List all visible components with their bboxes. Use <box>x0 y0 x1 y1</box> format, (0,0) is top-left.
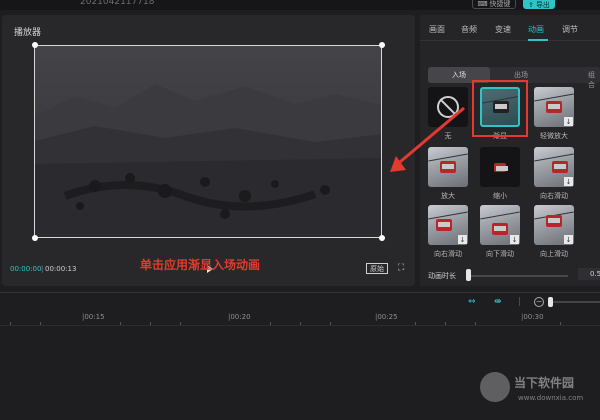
fullscreen-icon[interactable]: ⛶ <box>398 263 404 273</box>
tab-audio[interactable]: 音频 <box>461 24 477 35</box>
resize-handle-tr[interactable] <box>379 42 385 48</box>
tick <box>445 322 446 325</box>
active-tab-indicator <box>528 39 548 41</box>
zoom-out-icon[interactable]: − <box>534 297 544 307</box>
tab-adjust[interactable]: 调节 <box>562 24 578 35</box>
tutorial-caption: 单击应用渐显入场动画 <box>140 258 261 272</box>
top-bar: 2021042117718 ⌨ 快捷键 ⇪ 导出 <box>0 0 600 10</box>
animation-label: 放大 <box>441 192 455 200</box>
animation-label: 轻微放大 <box>540 132 568 140</box>
split-icon[interactable]: ⇼ <box>494 297 502 307</box>
tick <box>415 322 416 325</box>
animation-item[interactable]: ↓ 向右滑动 <box>428 205 468 265</box>
tick <box>330 322 331 325</box>
divider: | <box>518 297 522 307</box>
zoom-slider-track[interactable] <box>553 301 600 303</box>
tick <box>40 322 41 325</box>
tab-picture[interactable]: 画面 <box>429 24 445 35</box>
tick <box>120 322 121 325</box>
animation-label: 向右滑动 <box>540 192 568 200</box>
export-icon: ⇪ <box>528 0 534 9</box>
animation-item[interactable]: 缩小 <box>480 147 520 207</box>
duration-slider-track[interactable] <box>468 275 568 277</box>
animation-item[interactable]: ↓ 轻微放大 <box>534 87 574 147</box>
animation-thumb <box>480 147 520 187</box>
ratio-label: 原始 <box>370 264 384 273</box>
cable <box>480 211 520 220</box>
watermark-logo <box>480 372 510 402</box>
gondola-icon <box>546 215 562 227</box>
download-icon[interactable]: ↓ <box>564 177 573 186</box>
shortcut-label: 快捷键 <box>489 0 511 8</box>
animation-thumb: ↓ <box>534 147 574 187</box>
animation-item[interactable]: ↓ 向右滑动 <box>534 147 574 207</box>
duration-label: 动画时长 <box>428 272 456 280</box>
gondola-icon <box>436 219 452 231</box>
download-icon[interactable]: ↓ <box>458 235 467 244</box>
tab-animation[interactable]: 动画 <box>528 24 544 35</box>
highlight-box <box>472 80 528 137</box>
animation-label: 缩小 <box>493 192 507 200</box>
current-time: 00:00:00 <box>10 265 42 273</box>
annotation-arrow <box>390 106 465 172</box>
timeline-toolbar: ⇔ ⇼ | − <box>0 292 600 312</box>
total-time: 00:00:13 <box>45 265 77 273</box>
watermark-name: 当下软件园 <box>514 376 575 390</box>
download-icon[interactable]: ↓ <box>564 117 573 126</box>
tick <box>10 322 11 325</box>
animation-label: 向右滑动 <box>434 250 462 258</box>
gondola-icon <box>492 223 508 235</box>
tick-label: |00:20 <box>228 313 251 321</box>
watermark-url: www.downxia.com <box>518 394 584 402</box>
duration-slider-knob[interactable] <box>466 269 471 281</box>
duration-input[interactable]: 0.5 <box>578 268 600 280</box>
tick <box>300 322 301 325</box>
resize-handle-br[interactable] <box>379 235 385 241</box>
tick <box>475 322 476 325</box>
tick-label: |00:25 <box>375 313 398 321</box>
animation-label: 向下滑动 <box>486 250 514 258</box>
timeline-ruler[interactable]: |00:15 |00:20 |00:25 |00:30 <box>0 312 600 326</box>
tick-label: |00:30 <box>521 313 544 321</box>
shortcut-button[interactable]: ⌨ 快捷键 <box>472 0 516 9</box>
tick <box>150 322 151 325</box>
segment-in[interactable]: 入场 <box>452 70 466 80</box>
tick <box>560 322 561 325</box>
link-icon[interactable]: ⇔ <box>468 297 476 307</box>
animation-thumb: ↓ <box>534 87 574 127</box>
download-icon[interactable]: ↓ <box>510 235 519 244</box>
animation-item[interactable]: ↓ 向上滑动 <box>534 205 574 265</box>
gondola-icon <box>546 101 562 113</box>
animation-thumb: ↓ <box>480 205 520 245</box>
segment-combo[interactable]: 组合 <box>588 70 600 90</box>
resize-handle-tl[interactable] <box>32 42 38 48</box>
tick <box>180 322 181 325</box>
segment-out[interactable]: 出场 <box>514 70 528 80</box>
player-title: 播放器 <box>14 28 42 38</box>
export-button[interactable]: ⇪ 导出 <box>523 0 555 9</box>
tick <box>270 322 271 325</box>
project-date: 2021042117718 <box>80 0 155 7</box>
download-icon[interactable]: ↓ <box>564 235 573 244</box>
site-watermark: 当下软件园 www.downxia.com <box>478 370 600 416</box>
gondola-icon <box>552 161 568 173</box>
animation-thumb: ↓ <box>534 205 574 245</box>
landscape-shapes <box>35 84 381 237</box>
animation-label: 向上滑动 <box>540 250 568 258</box>
player-panel: 播放器 00:00:00 | 00:00:13 原始 ⛶ <box>2 15 415 286</box>
keyboard-icon: ⌨ <box>477 0 488 8</box>
animation-thumb: ↓ <box>428 205 468 245</box>
video-preview[interactable] <box>34 45 382 238</box>
time-separator: | <box>41 265 44 273</box>
gondola-icon <box>494 163 508 172</box>
animation-item[interactable]: ↓ 向下滑动 <box>480 205 520 265</box>
tab-speed[interactable]: 变速 <box>495 24 511 35</box>
panel-tabs: 画面 音频 变速 动画 调节 <box>420 15 600 41</box>
tick-label: |00:15 <box>82 313 105 321</box>
resize-handle-bl[interactable] <box>32 235 38 241</box>
export-label: 导出 <box>535 0 550 9</box>
ratio-button[interactable]: 原始 <box>366 263 388 274</box>
